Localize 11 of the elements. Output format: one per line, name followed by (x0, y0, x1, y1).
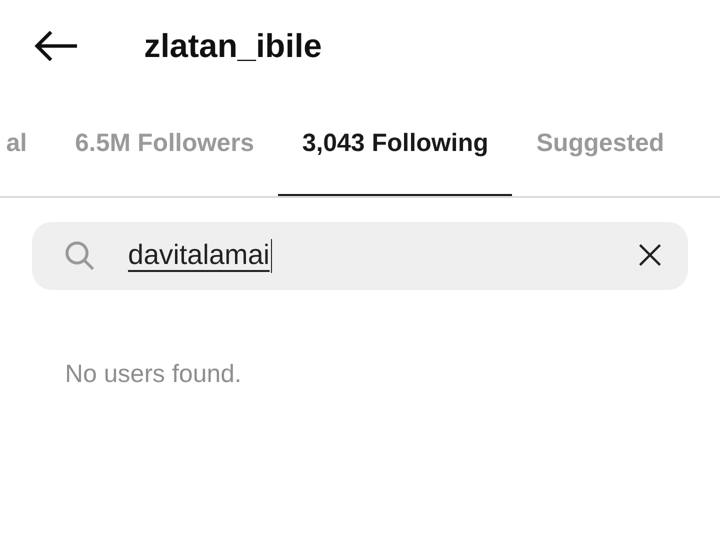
search-field[interactable]: davitalamai (32, 222, 688, 290)
back-arrow-icon (34, 31, 78, 61)
search-icon (64, 240, 96, 272)
tab[interactable]: 6.5M Followers (51, 92, 278, 196)
tab[interactable]: Suggested (512, 92, 688, 196)
profile-username: zlatan_ibile (144, 27, 322, 65)
empty-message: No users found. (65, 360, 242, 389)
close-icon (638, 243, 662, 267)
tab[interactable]: al (0, 92, 51, 196)
back-button[interactable] (32, 28, 80, 64)
tab[interactable]: 3,043 Following (278, 92, 512, 196)
